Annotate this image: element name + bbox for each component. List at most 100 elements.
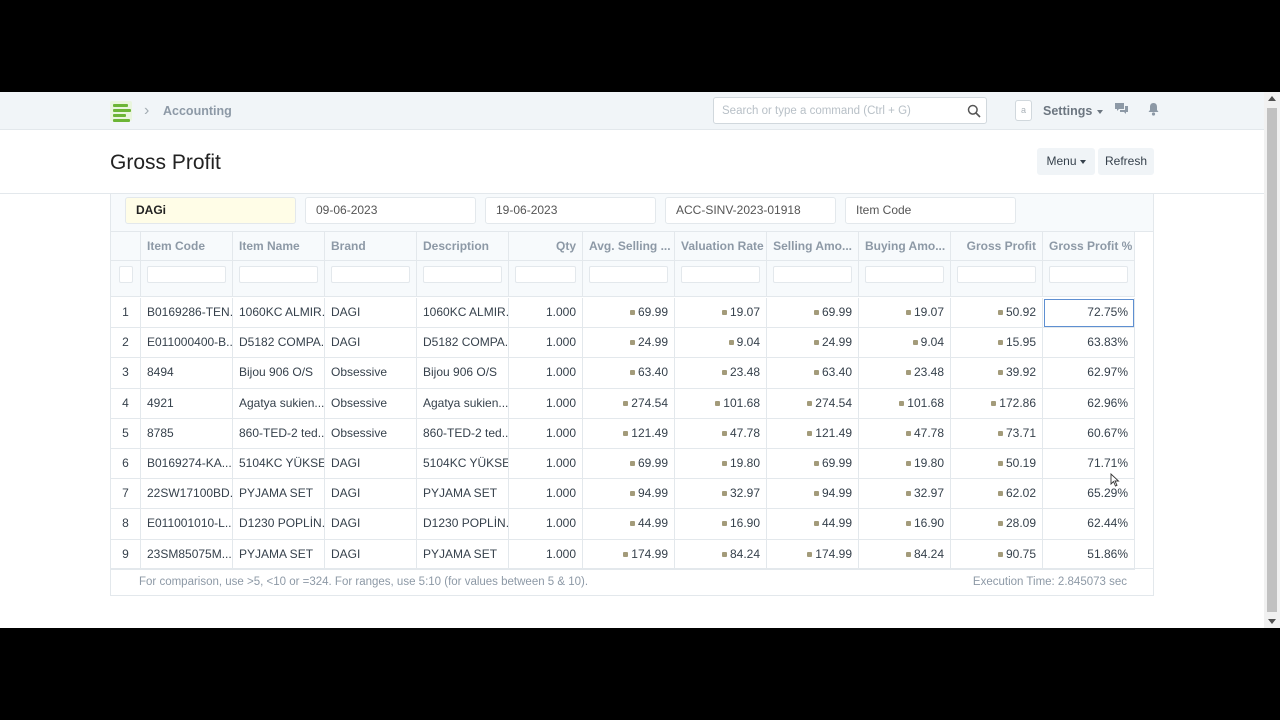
cell-qty[interactable]: 1.000: [509, 539, 583, 570]
cell-gross-profit[interactable]: 73.71: [951, 418, 1043, 449]
row-number[interactable]: 5: [111, 418, 141, 449]
cell-description[interactable]: D1230 POPLİN...: [417, 509, 509, 540]
cell-buying-amount[interactable]: 16.90: [859, 509, 951, 540]
cell-gross-profit[interactable]: 62.02: [951, 479, 1043, 510]
cell-brand[interactable]: Obsessive: [325, 418, 417, 449]
cell-qty[interactable]: 1.000: [509, 418, 583, 449]
cell-gross-profit-percent[interactable]: 51.86%: [1043, 539, 1135, 570]
cell-buying-amount[interactable]: 84.24: [859, 539, 951, 570]
cell-avg-selling-rate[interactable]: 69.99: [583, 298, 675, 329]
column-filter-avg-selling-rate[interactable]: [589, 266, 668, 283]
cell-item-code[interactable]: E011001010-L...: [141, 509, 233, 540]
from-date-filter[interactable]: 09-06-2023: [305, 197, 476, 224]
cell-buying-amount[interactable]: 32.97: [859, 479, 951, 510]
column-filter-description[interactable]: [423, 266, 502, 283]
cell-buying-amount[interactable]: 47.78: [859, 418, 951, 449]
column-header-valuation-rate[interactable]: Valuation Rate: [675, 232, 767, 261]
cell-valuation-rate[interactable]: 84.24: [675, 539, 767, 570]
to-date-filter[interactable]: 19-06-2023: [485, 197, 656, 224]
cell-qty[interactable]: 1.000: [509, 358, 583, 389]
cell-selling-amount[interactable]: 44.99: [767, 509, 859, 540]
page-scrollbar[interactable]: [1264, 92, 1280, 628]
column-filter-selling-amount[interactable]: [773, 266, 852, 283]
cell-gross-profit[interactable]: 15.95: [951, 328, 1043, 359]
column-filter-brand[interactable]: [331, 266, 410, 283]
row-number[interactable]: 4: [111, 388, 141, 419]
item-code-filter[interactable]: Item Code: [845, 197, 1016, 224]
cell-gross-profit[interactable]: 28.09: [951, 509, 1043, 540]
cell-gross-profit-percent[interactable]: 62.44%: [1043, 509, 1135, 540]
cell-description[interactable]: D5182 COMPA...: [417, 328, 509, 359]
column-filter-qty[interactable]: [515, 266, 576, 283]
cell-qty[interactable]: 1.000: [509, 298, 583, 329]
column-header-brand[interactable]: Brand: [325, 232, 417, 261]
app-logo-icon[interactable]: [110, 100, 132, 122]
row-number[interactable]: 9: [111, 539, 141, 570]
cell-item-name[interactable]: 5104KC YÜKSE...: [233, 449, 325, 480]
cell-avg-selling-rate[interactable]: 24.99: [583, 328, 675, 359]
cell-description[interactable]: PYJAMA SET: [417, 539, 509, 570]
cell-avg-selling-rate[interactable]: 121.49: [583, 418, 675, 449]
brand-filter[interactable]: DAGi: [125, 197, 296, 224]
cell-buying-amount[interactable]: 23.48: [859, 358, 951, 389]
cell-selling-amount[interactable]: 94.99: [767, 479, 859, 510]
cell-item-code[interactable]: B0169286-TEN...: [141, 298, 233, 329]
row-number[interactable]: 2: [111, 328, 141, 359]
cell-valuation-rate[interactable]: 19.80: [675, 449, 767, 480]
cell-item-code[interactable]: B0169274-KA...: [141, 449, 233, 480]
select-all-checkbox[interactable]: [118, 266, 133, 283]
cell-item-name[interactable]: PYJAMA SET: [233, 479, 325, 510]
column-header-gross-profit-percent[interactable]: Gross Profit %: [1043, 232, 1135, 261]
row-number[interactable]: 3: [111, 358, 141, 389]
cell-gross-profit[interactable]: 90.75: [951, 539, 1043, 570]
cell-item-name[interactable]: Bijou 906 O/S: [233, 358, 325, 389]
cell-item-name[interactable]: 860-TED-2 ted...: [233, 418, 325, 449]
cell-gross-profit-percent[interactable]: 62.97%: [1043, 358, 1135, 389]
table-row[interactable]: 3 8494 Bijou 906 O/S Obsessive Bijou 906 O/S…: [111, 358, 1137, 389]
cell-item-code[interactable]: E011000400-B...: [141, 328, 233, 359]
column-filter-item-code[interactable]: [147, 266, 226, 283]
column-filter-valuation-rate[interactable]: [681, 266, 760, 283]
column-filter-item-name[interactable]: [239, 266, 318, 283]
cell-brand[interactable]: DAGI: [325, 509, 417, 540]
cell-selling-amount[interactable]: 121.49: [767, 418, 859, 449]
column-header-buying-amount[interactable]: Buying Amo...: [859, 232, 951, 261]
search-icon[interactable]: [967, 104, 981, 118]
cell-gross-profit-percent[interactable]: 72.75%: [1043, 298, 1135, 329]
cell-buying-amount[interactable]: 19.07: [859, 298, 951, 329]
column-header-gross-profit[interactable]: Gross Profit: [951, 232, 1043, 261]
table-row[interactable]: 7 22SW17100BD... PYJAMA SET DAGI PYJAMA SET 1…: [111, 479, 1137, 510]
cell-description[interactable]: 5104KC YÜKSE...: [417, 449, 509, 480]
cell-avg-selling-rate[interactable]: 274.54: [583, 388, 675, 419]
cell-valuation-rate[interactable]: 16.90: [675, 509, 767, 540]
cell-valuation-rate[interactable]: 9.04: [675, 328, 767, 359]
table-row[interactable]: 4 4921 Agatya sukien... Obsessive Agatya suk…: [111, 388, 1137, 419]
cell-brand[interactable]: DAGI: [325, 479, 417, 510]
table-row[interactable]: 5 8785 860-TED-2 ted... Obsessive 860-TED-2 …: [111, 418, 1137, 449]
column-header-qty[interactable]: Qty: [509, 232, 583, 261]
cell-valuation-rate[interactable]: 23.48: [675, 358, 767, 389]
cell-selling-amount[interactable]: 24.99: [767, 328, 859, 359]
column-header-avg-selling-rate[interactable]: Avg. Selling ...: [583, 232, 675, 261]
search-input[interactable]: [722, 102, 962, 119]
cell-item-name[interactable]: Agatya sukien...: [233, 388, 325, 419]
column-filter-gross-profit-percent[interactable]: [1049, 266, 1128, 283]
cell-gross-profit-percent[interactable]: 65.29%: [1043, 479, 1135, 510]
table-row[interactable]: 1 B0169286-TEN... 1060KC ALMIR... DAGI 1060K…: [111, 298, 1137, 329]
cell-brand[interactable]: DAGI: [325, 328, 417, 359]
column-filter-gross-profit[interactable]: [957, 266, 1036, 283]
cell-avg-selling-rate[interactable]: 69.99: [583, 449, 675, 480]
cell-avg-selling-rate[interactable]: 94.99: [583, 479, 675, 510]
cell-avg-selling-rate[interactable]: 174.99: [583, 539, 675, 570]
table-row[interactable]: 8 E011001010-L... D1230 POPLİN... DAGI D1230…: [111, 509, 1137, 540]
scroll-down-icon[interactable]: [1268, 619, 1276, 624]
refresh-button[interactable]: Refresh: [1098, 148, 1154, 175]
cell-selling-amount[interactable]: 69.99: [767, 449, 859, 480]
row-number[interactable]: 7: [111, 479, 141, 510]
cell-gross-profit-percent[interactable]: 63.83%: [1043, 328, 1135, 359]
cell-qty[interactable]: 1.000: [509, 479, 583, 510]
cell-gross-profit[interactable]: 39.92: [951, 358, 1043, 389]
cell-brand[interactable]: DAGI: [325, 449, 417, 480]
row-number[interactable]: 1: [111, 298, 141, 329]
cell-gross-profit-percent[interactable]: 62.96%: [1043, 388, 1135, 419]
